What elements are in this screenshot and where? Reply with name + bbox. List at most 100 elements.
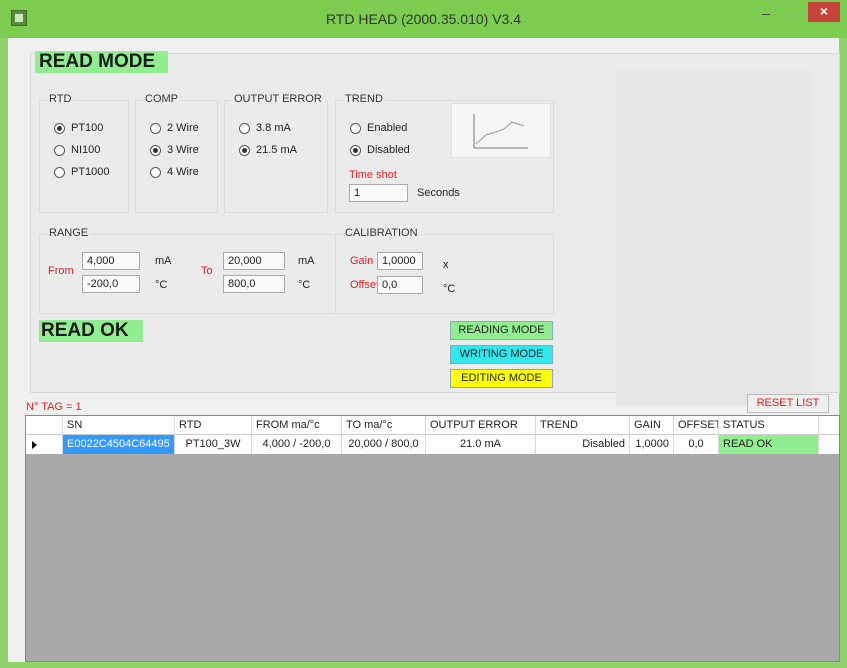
- radio-icon: [150, 166, 161, 178]
- editing-mode-button[interactable]: EDITING MODE: [450, 369, 553, 388]
- offset-unit-label: °C: [443, 283, 456, 295]
- tag-count-label: N° TAG = 1: [26, 401, 82, 413]
- calibration-group: CALIBRATION Gain 1,0000 x Offset 0,0 °C: [335, 227, 554, 314]
- cell-rtd[interactable]: PT100_3W: [175, 435, 252, 454]
- table-header: SN RTD FROM ma/°c TO ma/°c OUTPUT ERROR …: [26, 416, 839, 435]
- mode-label: READ MODE: [35, 51, 168, 73]
- range-from-c-field[interactable]: -200,0: [82, 275, 140, 293]
- to-label: To: [201, 265, 213, 277]
- radio-label: Enabled: [367, 122, 408, 134]
- comp-group-title: COMP: [142, 93, 181, 105]
- radio-icon: [150, 122, 161, 134]
- radio-icon: [350, 122, 361, 134]
- output-error-title: OUTPUT ERROR: [231, 93, 325, 105]
- range-group-title: RANGE: [46, 227, 92, 239]
- output-error-group: OUTPUT ERROR 3.8 mA 21.5 mA: [224, 93, 328, 213]
- radio-trend-enabled[interactable]: Enabled: [350, 121, 407, 135]
- time-shot-label: Time shot: [349, 169, 397, 181]
- gain-field[interactable]: 1,0000: [377, 252, 423, 270]
- client-area: READ MODE RTD PT100 NI100 PT1000 COMP 2 …: [8, 38, 840, 662]
- radio-2wire[interactable]: 2 Wire: [150, 121, 199, 135]
- rtd-group-title: RTD: [46, 93, 75, 105]
- cell-output-error[interactable]: 21.0 mA: [426, 435, 536, 454]
- offset-field[interactable]: 0,0: [377, 276, 423, 294]
- column-header-offset[interactable]: OFFSET: [674, 416, 719, 435]
- tag-table[interactable]: SN RTD FROM ma/°c TO ma/°c OUTPUT ERROR …: [25, 415, 840, 662]
- cell-offset[interactable]: 0,0: [674, 435, 719, 454]
- radio-icon: [54, 166, 65, 178]
- radio-ni100[interactable]: NI100: [54, 143, 100, 157]
- range-group: RANGE 4,000 mA From -200,0 °C 20,000 mA …: [39, 227, 336, 314]
- radio-21-5ma[interactable]: 21.5 mA: [239, 143, 297, 157]
- radio-selected-icon: [350, 144, 361, 156]
- unit-c-label: °C: [298, 279, 311, 291]
- column-header-to[interactable]: TO ma/°c: [342, 416, 426, 435]
- column-header-from[interactable]: FROM ma/°c: [252, 416, 342, 435]
- range-to-c-field[interactable]: 800,0: [223, 275, 285, 293]
- column-header-trend[interactable]: TREND: [536, 416, 630, 435]
- radio-label: Disabled: [367, 144, 410, 156]
- rtd-group: RTD PT100 NI100 PT1000: [39, 93, 129, 213]
- radio-label: 2 Wire: [167, 122, 199, 134]
- range-from-ma-field[interactable]: 4,000: [82, 252, 140, 270]
- radio-label: 3 Wire: [167, 144, 199, 156]
- cell-sn[interactable]: E0022C4504C64495: [63, 435, 175, 454]
- reading-mode-button[interactable]: READING MODE: [450, 321, 553, 340]
- column-header-rtd[interactable]: RTD: [175, 416, 252, 435]
- radio-3wire[interactable]: 3 Wire: [150, 143, 199, 157]
- radio-label: 21.5 mA: [256, 144, 297, 156]
- column-header-gain[interactable]: GAIN: [630, 416, 674, 435]
- radio-label: 4 Wire: [167, 166, 199, 178]
- radio-pt1000[interactable]: PT1000: [54, 165, 110, 179]
- window-title: RTD HEAD (2000.35.010) V3.4: [325, 11, 522, 27]
- calibration-title: CALIBRATION: [342, 227, 421, 239]
- minimize-button[interactable]: –: [752, 2, 780, 26]
- radio-pt100[interactable]: PT100: [54, 121, 103, 135]
- maximize-button[interactable]: □: [782, 2, 808, 26]
- radio-selected-icon: [150, 144, 161, 156]
- trend-group-title: TREND: [342, 93, 386, 105]
- gain-label: Gain: [350, 255, 374, 267]
- gain-unit-label: x: [443, 259, 449, 271]
- radio-label: PT1000: [71, 166, 110, 178]
- title-bar[interactable]: RTD HEAD (2000.35.010) V3.4 – □ ×: [0, 0, 847, 38]
- time-shot-input[interactable]: 1: [349, 184, 408, 202]
- range-to-ma-field[interactable]: 20,000: [223, 252, 285, 270]
- side-panel: [616, 71, 811, 406]
- status-label: READ OK: [39, 320, 143, 342]
- table-row[interactable]: E0022C4504C64495 PT100_3W 4,000 / -200,0…: [26, 435, 839, 454]
- unit-ma-label: mA: [298, 255, 315, 267]
- writing-mode-button[interactable]: WRITING MODE: [450, 345, 553, 364]
- app-window: RTD HEAD (2000.35.010) V3.4 – □ × READ M…: [0, 0, 847, 668]
- seconds-label: Seconds: [417, 187, 460, 199]
- row-pointer-icon: [26, 435, 63, 454]
- comp-group: COMP 2 Wire 3 Wire 4 Wire: [135, 93, 218, 213]
- radio-label: PT100: [71, 122, 104, 134]
- column-header-status[interactable]: STATUS: [719, 416, 819, 435]
- radio-selected-icon: [239, 144, 250, 156]
- unit-ma-label: mA: [155, 255, 172, 267]
- unit-c-label: °C: [155, 279, 168, 291]
- cell-trend[interactable]: Disabled: [536, 435, 630, 454]
- radio-3-8ma[interactable]: 3.8 mA: [239, 121, 291, 135]
- close-button[interactable]: ×: [808, 2, 840, 22]
- column-header-sn[interactable]: SN: [63, 416, 175, 435]
- radio-4wire[interactable]: 4 Wire: [150, 165, 199, 179]
- cell-to[interactable]: 20,000 / 800,0: [342, 435, 426, 454]
- settings-panel: READ MODE RTD PT100 NI100 PT1000 COMP 2 …: [30, 51, 840, 406]
- radio-icon: [239, 122, 250, 134]
- cell-gain[interactable]: 1,0000: [630, 435, 674, 454]
- radio-label: 3.8 mA: [256, 122, 291, 134]
- trend-chart-icon: [451, 103, 551, 158]
- radio-label: NI100: [71, 144, 101, 156]
- reset-list-button[interactable]: RESET LIST: [747, 394, 829, 413]
- cell-from[interactable]: 4,000 / -200,0: [252, 435, 342, 454]
- radio-trend-disabled[interactable]: Disabled: [350, 143, 410, 157]
- offset-label: Offset: [350, 279, 380, 291]
- cell-status[interactable]: READ OK: [719, 435, 819, 454]
- radio-selected-icon: [54, 122, 65, 134]
- from-label: From: [48, 265, 74, 277]
- column-header-output-error[interactable]: OUTPUT ERROR: [426, 416, 536, 435]
- header-corner: [26, 416, 63, 435]
- radio-icon: [54, 144, 65, 156]
